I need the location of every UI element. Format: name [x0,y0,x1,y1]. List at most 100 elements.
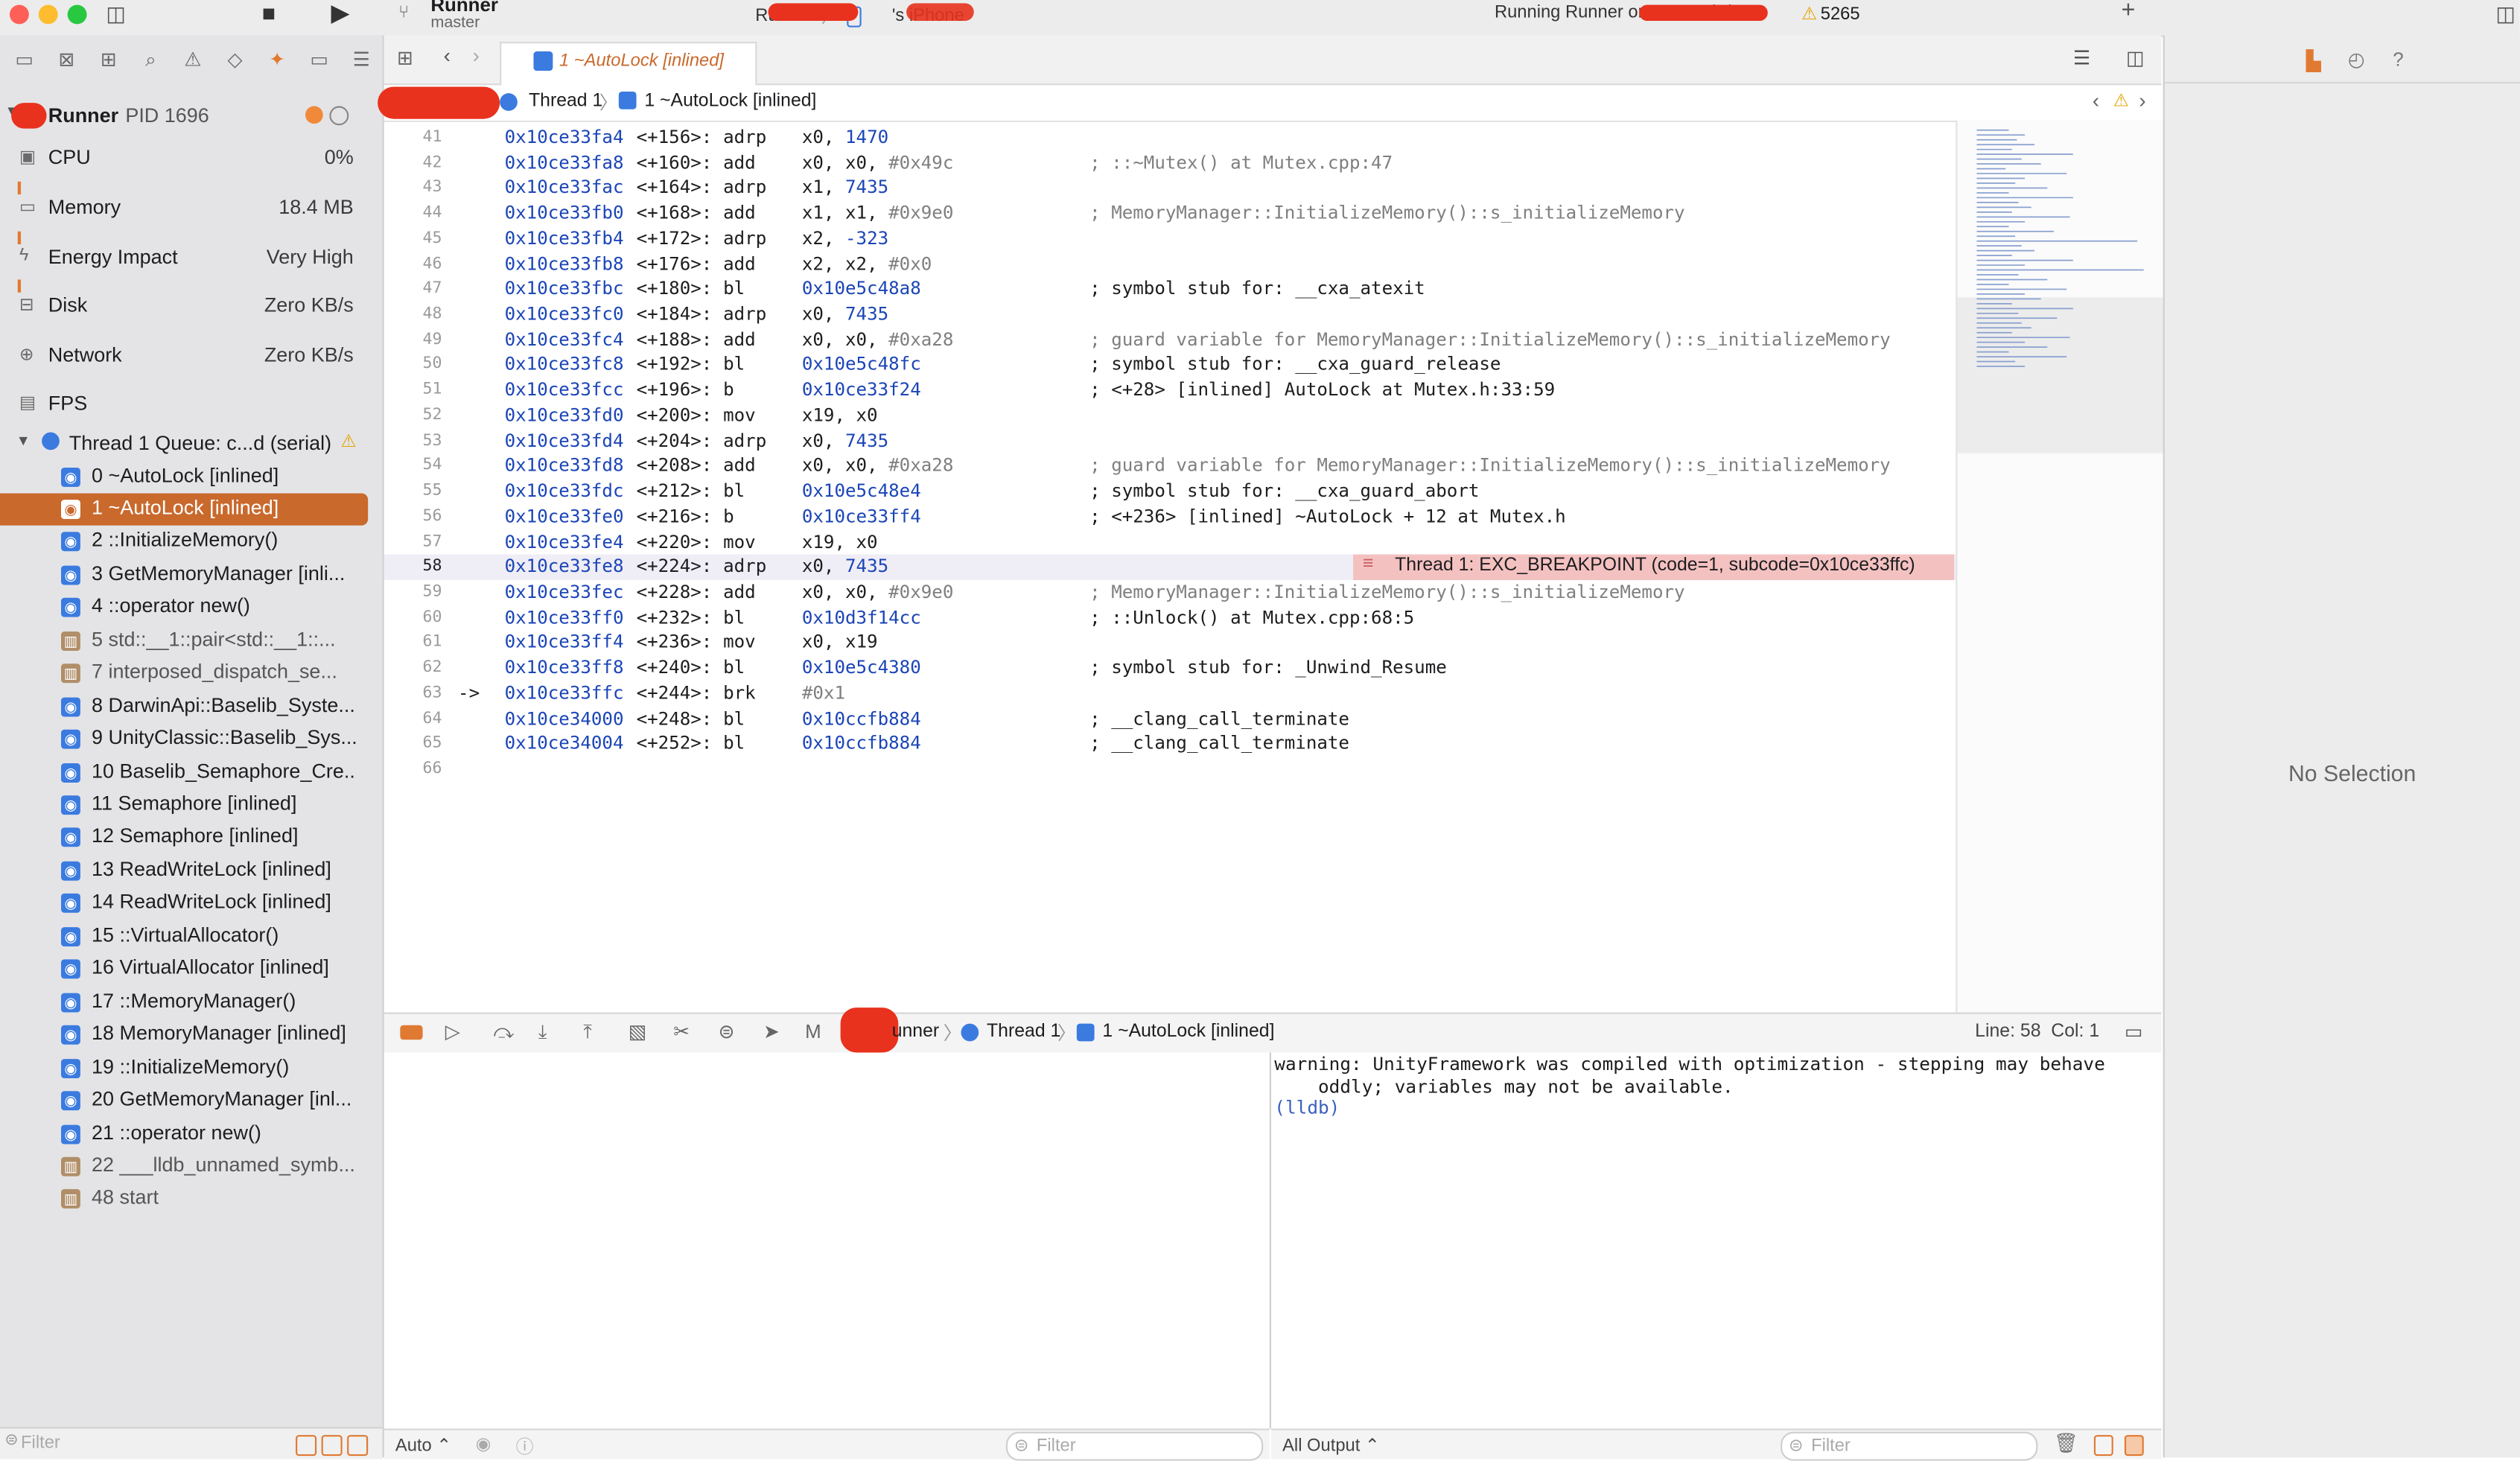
code-line[interactable]: 45 0x10ce33fb4 <+172>: adrp x2, -323 [384,226,1956,252]
crashed-threads-toggle-icon[interactable] [296,1435,317,1457]
zoom-window-button[interactable] [67,4,87,25]
code-line[interactable]: 50 0x10ce33fc8 <+192>: bl 0x10e5c48fc ; symbo… [384,353,1956,378]
gauge-fps[interactable]: ▤ FPS [0,381,383,429]
environment-overrides-icon[interactable]: ⊜ [719,1020,735,1043]
code-line[interactable]: 53 0x10ce33fd4 <+204>: adrp x0, 7435 [384,428,1956,453]
gauge-energy[interactable]: ϟ Energy Impact Very High [0,231,383,283]
auto-select[interactable]: Auto ⌃ [395,1435,451,1456]
code-line[interactable]: 51 0x10ce33fcc <+196>: b 0x10ce33f24 ; <+28> … [384,378,1956,404]
frames-toggle-icon[interactable] [321,1435,343,1457]
stack-frame-row[interactable]: ◉ 9 UnityClassic::Baselib_Sys... [0,723,383,755]
running-toggle-icon[interactable] [347,1435,369,1457]
stack-frame-row[interactable]: ◉ 12 Semaphore [inlined] [0,822,383,854]
split-editor-icon[interactable]: ◫ [2126,47,2144,69]
lldb-prompt[interactable]: (lldb) [1274,1098,1340,1118]
help-inspector-icon[interactable]: ? [2393,48,2403,71]
code-line[interactable]: 59 0x10ce33fec <+228>: add x0, x0, #0x9e0 ; M… [384,580,1956,605]
variables-view[interactable] [384,1052,1271,1429]
stack-frame-row[interactable]: ◉ 16 VirtualAllocator [inlined] [0,953,383,985]
code-line[interactable]: 43 0x10ce33fac <+164>: adrp x1, 7435 [384,176,1956,201]
info-icon[interactable]: ⓘ [516,1433,534,1460]
minimap[interactable] [1956,120,2163,1013]
debug-target[interactable]: unner [892,1022,939,1041]
debug-frame[interactable]: 1 ~AutoLock [inlined] [1102,1022,1274,1041]
code-line[interactable]: 61 0x10ce33ff4 <+236>: mov x0, x19 [384,631,1956,656]
navigator-filter-input[interactable]: Filter [21,1433,60,1453]
run-button[interactable]: ▶ [331,0,350,28]
breakpoint-annotation[interactable]: ≡ Thread 1: EXC_BREAKPOINT (code=1, subco… [1353,555,1955,580]
jump-frame[interactable]: 1 ~AutoLock [inlined] [644,92,816,111]
forward-icon[interactable]: › [472,43,479,67]
symbol-navigator-icon[interactable]: ⊞ [87,48,130,71]
breakpoint-navigator-icon[interactable]: ▭ [298,48,340,71]
code-line[interactable]: 41 0x10ce33fa4 <+156>: adrp x0, 1470 [384,125,1956,150]
code-line[interactable]: 56 0x10ce33fe0 <+216>: b 0x10ce33ff4 ; <+236>… [384,504,1956,529]
stack-frame-row[interactable]: ▥ 48 start [0,1183,383,1215]
code-line[interactable]: 47 0x10ce33fbc <+180>: bl 0x10e5c48a8 ; symbo… [384,277,1956,302]
stack-frame-row[interactable]: ◉ 4 ::operator new() [0,592,383,624]
history-inspector-icon[interactable]: ◴ [2348,48,2365,71]
hide-debug-area-icon[interactable]: ▭ [2125,1020,2142,1043]
grid-icon[interactable]: ⊞ [397,47,413,69]
code-line[interactable]: 63 -> 0x10ce33ffc <+244>: brk #0x1 [384,681,1956,707]
stack-frame-row[interactable]: ▥ 22 ___lldb_unnamed_symb... [0,1150,383,1183]
variables-filter-input[interactable]: Filter [1037,1436,1076,1456]
code-line[interactable]: 57 0x10ce33fe4 <+220>: mov x19, x0 [384,529,1956,555]
view-hierarchy-icon[interactable]: ▧ [629,1020,646,1043]
code-line[interactable]: 42 0x10ce33fa8 <+160>: add x0, x0, #0x49c ; :… [384,150,1956,176]
breakpoints-toggle-icon[interactable] [400,1025,423,1040]
warnings-indicator[interactable]: ⚠ 5265 [1801,3,1859,24]
code-line[interactable]: 60 0x10ce33ff0 <+232>: bl 0x10d3f14cc ; ::Unl… [384,605,1956,631]
test-navigator-icon[interactable]: ◇ [214,48,256,71]
console-view[interactable]: warning: UnityFramework was compiled wit… [1270,1052,2162,1429]
memory-graph-icon[interactable]: ✂ [673,1020,690,1043]
minimize-window-button[interactable] [38,4,58,25]
stack-frame-row[interactable]: ◉ 1 ~AutoLock [inlined] [0,493,383,526]
stack-frame-row[interactable]: ◉ 20 GetMemoryManager [inl... [0,1085,383,1117]
stack-frame-row[interactable]: ▥ 5 std::__1::pair<std::__1::... [0,625,383,657]
editor-options-icon[interactable]: ☰ [2073,47,2090,69]
console-filter-input[interactable]: Filter [1811,1436,1851,1456]
stack-frame-row[interactable]: ◉ 17 ::MemoryManager() [0,986,383,1018]
tab-autolock[interactable]: 1 ~AutoLock [inlined] [500,42,757,86]
stack-frame-row[interactable]: ◉ 13 ReadWriteLock [inlined] [0,855,383,887]
source-control-icon[interactable]: ⊠ [45,48,88,71]
stack-frame-row[interactable]: ◉ 8 DarwinApi::Baselib_Syste... [0,690,383,722]
code-line[interactable]: 52 0x10ce33fd0 <+200>: mov x19, x0 [384,403,1956,428]
back-icon[interactable]: ‹ [444,43,451,67]
previous-issue-icon[interactable]: ‹ [2093,89,2099,112]
gauge-memory[interactable]: ▭ Memory 18.4 MB [0,181,383,233]
jump-thread[interactable]: Thread 1 [529,92,602,111]
gauge-network[interactable]: ⊕ Network Zero KB/s [0,333,383,381]
stack-frame-row[interactable]: ◉ 3 GetMemoryManager [inli... [0,559,383,591]
output-select[interactable]: All Output ⌃ [1282,1435,1380,1456]
continue-icon[interactable]: ▷ [445,1020,460,1043]
process-row[interactable]: ▼ Runner PID 1696 [0,100,383,132]
sidebar-toggle-icon[interactable]: ◫ [106,1,126,28]
show-variables-icon[interactable] [2093,1435,2113,1457]
disassembly-code[interactable]: 41 0x10ce33fa4 <+156>: adrp x0, 1470 42 0x10ce… [384,125,1956,800]
report-navigator-icon[interactable]: ☰ [340,48,383,71]
warning-icon[interactable]: ⚠ [2113,90,2129,111]
stack-frame-row[interactable]: ◉ 2 ::InitializeMemory() [0,526,383,558]
code-line[interactable]: 66 [384,757,1956,782]
variables-filter-field[interactable]: ⊜ Filter [1005,1431,1264,1461]
code-line[interactable]: 48 0x10ce33fc0 <+184>: adrp x0, 7435 [384,302,1956,328]
issue-navigator-icon[interactable]: ⚠ [172,48,214,71]
code-line[interactable]: 55 0x10ce33fdc <+212>: bl 0x10e5c48e4 ; symbo… [384,479,1956,504]
add-tab-icon[interactable]: + [2122,0,2136,24]
find-navigator-icon[interactable]: ⌕ [130,48,172,71]
inspector-toggle-icon[interactable]: ◫ [2495,1,2516,28]
gauge-cpu[interactable]: ▣ CPU 0% [0,135,383,183]
code-line[interactable]: 65 0x10ce34004 <+252>: bl 0x10ccfb884 ; __cla… [384,731,1956,757]
show-console-icon[interactable] [2124,1435,2144,1457]
stack-frame-row[interactable]: ◉ 19 ::InitializeMemory() [0,1052,383,1084]
code-line[interactable]: 44 0x10ce33fb0 <+168>: add x1, x1, #0x9e0 ; M… [384,201,1956,226]
close-window-button[interactable] [9,4,29,25]
eye-icon[interactable]: ◉ [476,1433,491,1454]
step-into-icon[interactable]: ⤓ [538,1020,547,1044]
simulate-location-icon[interactable]: ➤ [763,1020,780,1043]
stack-frame-row[interactable]: ◉ 21 ::operator new() [0,1118,383,1150]
code-line[interactable]: 54 0x10ce33fd8 <+208>: add x0, x0, #0xa28 ; g… [384,453,1956,479]
code-line[interactable]: 46 0x10ce33fb8 <+176>: add x2, x2, #0x0 [384,252,1956,277]
